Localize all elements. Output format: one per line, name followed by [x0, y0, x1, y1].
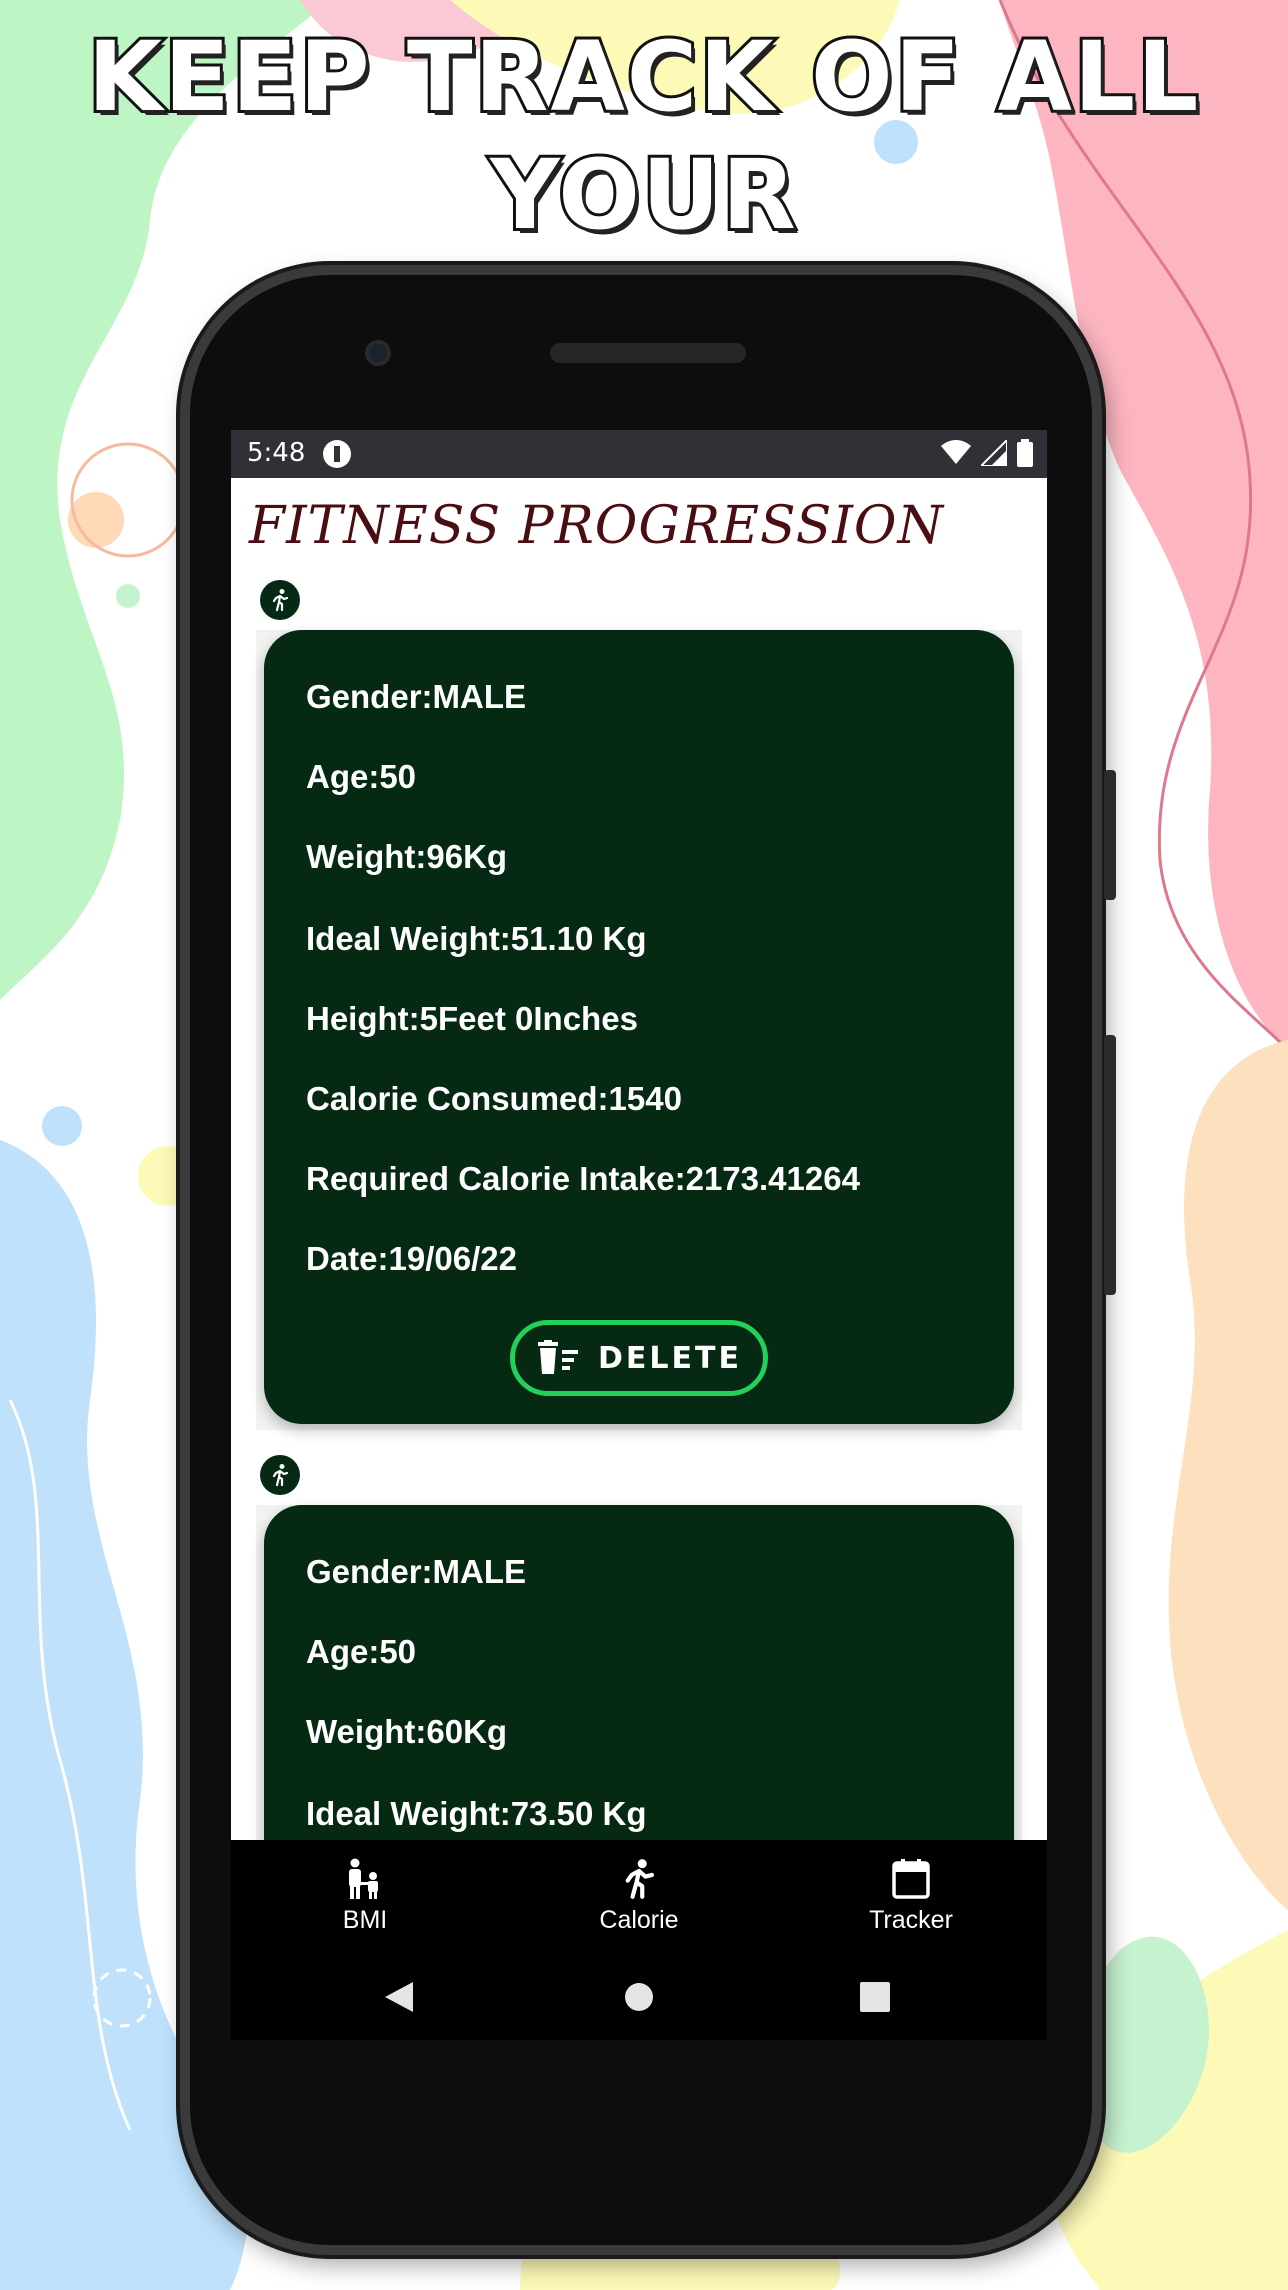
wifi-icon	[941, 440, 971, 464]
age-value: Age:50	[306, 758, 417, 795]
weight-value: Weight:60Kg	[306, 1713, 508, 1750]
ideal-weight-value: Ideal Weight:51.10 Kg	[306, 920, 647, 957]
app-notification-icon	[323, 440, 351, 468]
battery-icon	[1017, 439, 1033, 467]
delete-button-label: DELETE	[598, 1340, 742, 1376]
parent-child-icon	[349, 1858, 378, 1899]
status-bar: 5:48	[231, 430, 1047, 478]
phone-volume-button	[1104, 1035, 1116, 1295]
app-screen: 5:48 FITNESS PROGRESSION Gender:MALE Age…	[231, 430, 1047, 2040]
height-value: Height:5Feet 0Inches	[306, 1000, 638, 1037]
entry-card: Gender:MALE Age:50 Weight:60Kg Ideal Wei…	[264, 1505, 1014, 1883]
entry-card: Gender:MALE Age:50 Weight:96Kg Ideal Wei…	[264, 630, 1014, 1424]
recents-icon[interactable]	[859, 1980, 891, 2014]
delete-icon	[538, 1340, 579, 1374]
weight-value: Weight:96Kg	[306, 838, 508, 875]
status-time: 5:48	[247, 438, 306, 468]
nav-label-calorie: Calorie	[599, 1906, 679, 1934]
required-calorie-value: Required Calorie Intake:2173.41264	[306, 1160, 860, 1197]
earpiece-speaker	[550, 343, 746, 363]
runner-icon	[260, 1455, 300, 1495]
bottom-navigation: BMI Calorie Tracker	[231, 1840, 1047, 2040]
nav-item-bmi[interactable]: BMI	[295, 1858, 435, 1935]
age-value: Age:50	[306, 1633, 417, 1670]
progress-list[interactable]: Gender:MALE Age:50 Weight:96Kg Ideal Wei…	[231, 538, 1047, 1883]
entry-card-container: Gender:MALE Age:50 Weight:96Kg Ideal Wei…	[256, 630, 1022, 1430]
delete-button[interactable]: DELETE	[510, 1320, 768, 1396]
front-camera	[365, 340, 391, 366]
phone-power-button	[1104, 770, 1116, 900]
back-icon[interactable]	[383, 1980, 415, 2014]
runner-icon	[260, 580, 300, 620]
ideal-weight-value: Ideal Weight:73.50 Kg	[306, 1795, 647, 1832]
nav-item-calorie[interactable]: Calorie	[569, 1858, 709, 1935]
runner-icon	[625, 1859, 655, 1899]
gender-value: Gender:MALE	[306, 678, 527, 715]
signal-icon	[981, 440, 1007, 466]
promo-headline-line1: KEEP TRACK OF ALL YOUR	[85, 18, 1202, 254]
gender-value: Gender:MALE	[306, 1553, 527, 1590]
nav-item-tracker[interactable]: Tracker	[841, 1858, 981, 1935]
entry-card-container: Gender:MALE Age:50 Weight:60Kg Ideal Wei…	[256, 1505, 1022, 1883]
calendar-icon	[892, 1859, 930, 1899]
calorie-consumed-value: Calorie Consumed:1540	[306, 1080, 682, 1117]
nav-label-bmi: BMI	[342, 1906, 388, 1934]
date-value: Date:19/06/22	[306, 1240, 517, 1277]
nav-label-tracker: Tracker	[869, 1906, 953, 1934]
home-icon[interactable]	[623, 1980, 655, 2014]
phone-frame: 5:48 FITNESS PROGRESSION Gender:MALE Age…	[180, 265, 1116, 2255]
